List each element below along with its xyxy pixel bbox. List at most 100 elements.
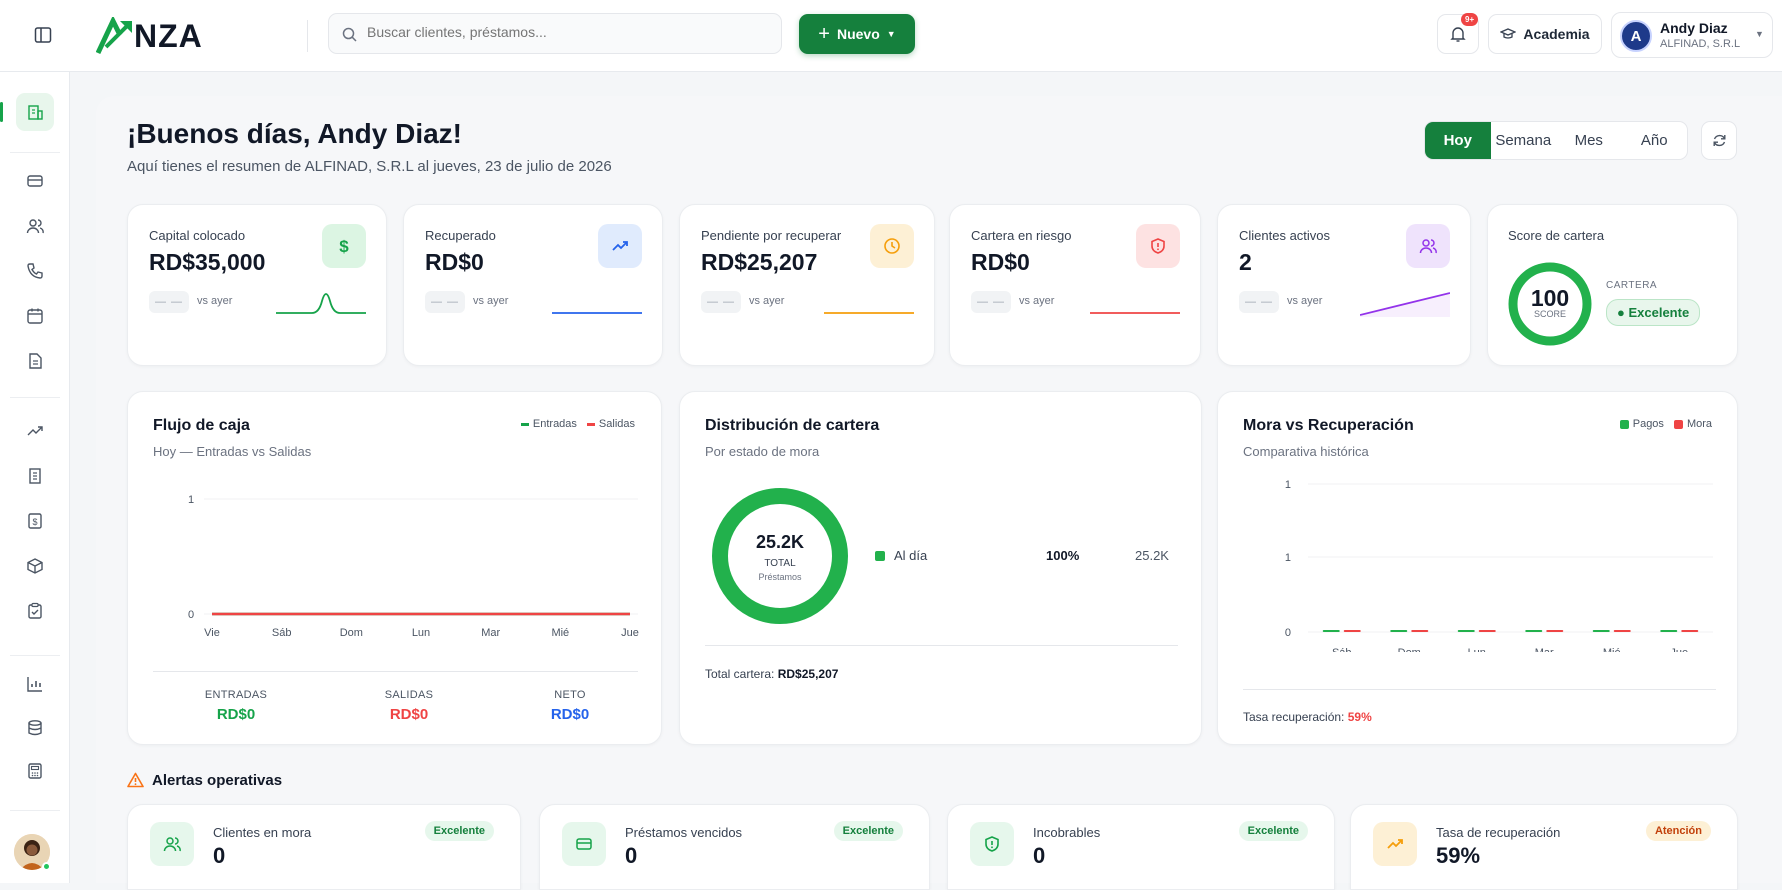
alert-value: 0 — [1033, 843, 1046, 868]
total-label: Total cartera: — [705, 667, 775, 681]
sidebar-active-indicator — [0, 102, 3, 122]
database-icon[interactable] — [26, 719, 44, 737]
distribution-donut — [712, 488, 848, 624]
notification-badge: 9+ — [1461, 13, 1479, 26]
kpi-label: Cartera en riesgo — [971, 228, 1072, 243]
period-tab-año[interactable]: Año — [1622, 122, 1688, 159]
bar-chart-icon[interactable] — [26, 675, 44, 693]
mora-divider — [1243, 689, 1716, 690]
donut-center-sub: Préstamos — [758, 572, 802, 582]
bar-mora — [1478, 630, 1496, 632]
legend-salidas: Salidas — [586, 418, 635, 430]
search-box[interactable] — [328, 13, 782, 54]
alert-icon-box — [1373, 822, 1417, 866]
y-tick-label: 0 — [1285, 627, 1291, 639]
distribution-subtitle: Por estado de mora — [705, 444, 820, 459]
legend-entradas-label: Entradas — [532, 418, 577, 430]
clock-icon — [884, 238, 900, 254]
search-input[interactable] — [367, 24, 767, 40]
user-menu[interactable]: A Andy Diaz ALFINAD, S.R.L ▼ — [1611, 12, 1773, 58]
period-tab-hoy[interactable]: Hoy — [1425, 122, 1491, 159]
alert-status-badge: Excelente — [424, 821, 494, 841]
kpi-label: Capital colocado — [149, 228, 246, 243]
sidebar-item-dashboard[interactable] — [16, 93, 54, 131]
sidebar-divider — [10, 152, 60, 153]
main-content: ¡Buenos días, Andy Diaz! Aquí tienes el … — [96, 96, 1782, 890]
alert-value: 59% — [1436, 843, 1481, 868]
x-tick-label: Jue — [621, 627, 639, 639]
credit-card-icon[interactable] — [26, 172, 44, 190]
kpi-value: RD$25,207 — [701, 249, 818, 275]
page-subtitle: Aquí tienes el resumen de ALFINAD, S.R.L… — [127, 158, 612, 175]
y-tick-label: 1 — [1285, 552, 1291, 564]
calendar-icon[interactable] — [26, 307, 44, 325]
receipt-dollar-icon[interactable]: $ — [26, 512, 44, 530]
sparkline — [552, 312, 642, 314]
refresh-button[interactable] — [1701, 121, 1737, 160]
x-tick-label: Sáb — [1332, 647, 1352, 652]
alerts-title: Alertas operativas — [152, 772, 283, 789]
credit-card-icon — [576, 838, 592, 850]
total-value: RD$25,207 — [777, 667, 839, 681]
kpi-label: Clientes activos — [1239, 228, 1331, 243]
x-tick-label: Vie — [204, 627, 220, 639]
x-tick-label: Lun — [412, 627, 430, 639]
new-button[interactable]: + Nuevo ▼ — [799, 14, 915, 54]
sparkline — [1360, 292, 1450, 317]
summary-label: SALIDAS — [384, 689, 434, 701]
change-chip: — — — [971, 291, 1011, 313]
kpi-icon-box — [1406, 224, 1450, 268]
shield-icon — [985, 836, 999, 852]
change-chip: — — — [425, 291, 465, 313]
alert-icon-box — [562, 822, 606, 866]
app-logo[interactable]: NZA — [96, 16, 203, 56]
building-icon — [28, 105, 43, 120]
phone-icon[interactable] — [26, 262, 44, 280]
period-tab-mes[interactable]: Mes — [1556, 122, 1622, 159]
vs-label: vs ayer — [1287, 295, 1323, 307]
package-icon[interactable] — [26, 557, 44, 575]
alert-label: Préstamos vencidos — [625, 825, 743, 840]
legend-pagos: Pagos — [1619, 418, 1664, 430]
recovery-rate-label: Tasa recuperación: — [1243, 710, 1345, 724]
graduation-cap-icon — [1500, 28, 1517, 39]
building-icon[interactable] — [26, 467, 44, 485]
calculator-icon[interactable] — [26, 762, 44, 780]
sidebar-toggle-icon[interactable] — [30, 22, 56, 48]
kpi-card-4: Cartera en riesgo RD$0 — — vs ayer — [949, 204, 1201, 366]
kpi-value: RD$35,000 — [149, 249, 266, 275]
refresh-icon — [1713, 134, 1725, 147]
sidebar-divider — [10, 655, 60, 656]
alert-status-badge: Atención — [1645, 821, 1711, 841]
document-icon[interactable] — [26, 352, 44, 370]
users-icon[interactable] — [26, 217, 44, 235]
academy-button[interactable]: Academia — [1488, 14, 1602, 54]
clipboard-check-icon[interactable] — [26, 602, 44, 620]
chevron-down-icon: ▼ — [886, 29, 896, 39]
change-chip: — — — [701, 291, 741, 313]
sparkline-line — [276, 293, 366, 314]
period-tabs: Hoy Semana Mes Año — [1424, 121, 1688, 160]
kpi-card-1: Capital colocado RD$35,000 $ — — vs ayer — [127, 204, 387, 366]
trending-up-icon[interactable] — [26, 422, 44, 440]
period-tab-semana[interactable]: Semana — [1491, 122, 1557, 159]
vs-label: vs ayer — [1019, 295, 1055, 307]
academy-label: Academia — [1523, 26, 1590, 42]
kpi-label: Pendiente por recuperar — [701, 228, 842, 243]
bar-pagos — [1322, 630, 1340, 632]
bell-icon — [1450, 26, 1466, 42]
distribution-total: Total cartera: RD$25,207 — [705, 667, 838, 681]
alert-value: 0 — [625, 843, 638, 868]
recovery-rate-value: 59% — [1347, 710, 1372, 724]
x-tick-label: Dom — [1398, 647, 1421, 652]
alert-card-2: Préstamos vencidos 0 Excelente — [539, 804, 930, 890]
notifications-button[interactable]: 9+ — [1437, 13, 1479, 54]
score-value: 100 — [1530, 285, 1570, 311]
shield-alert-icon — [1151, 238, 1165, 254]
bar-pagos — [1390, 630, 1408, 632]
svg-text:$: $ — [32, 517, 37, 527]
score-label: Score de cartera — [1508, 228, 1605, 243]
legend-item-amount: 25.2K — [1135, 548, 1169, 563]
alert-label: Clientes en mora — [213, 825, 312, 840]
x-tick-label: Mié — [1603, 647, 1621, 652]
